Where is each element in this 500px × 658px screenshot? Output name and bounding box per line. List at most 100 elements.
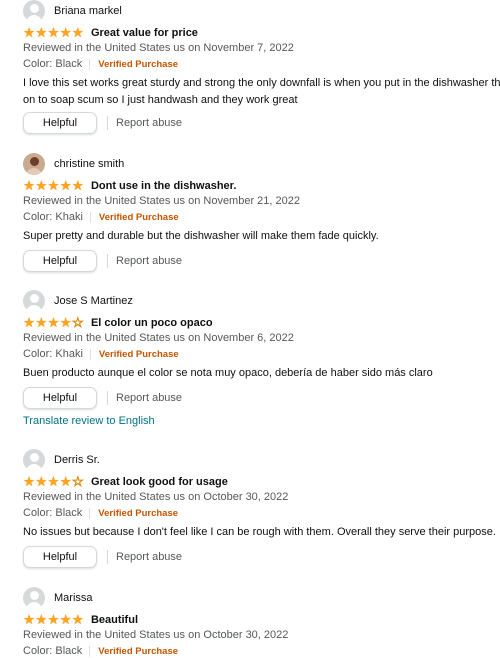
review-title[interactable]: Dont use in the dishwasher. [91, 180, 236, 192]
review-date: Reviewed in the United States us on Nove… [23, 42, 294, 54]
reviewer-profile[interactable]: Briana markel [23, 0, 122, 22]
color-variant[interactable]: Color: Khaki [23, 211, 83, 223]
report-abuse-link[interactable]: Report abuse [116, 392, 182, 404]
divider [89, 507, 91, 519]
star-icon: ★ [35, 25, 48, 40]
review-date: Reviewed in the United States us on Octo… [23, 629, 289, 641]
star-icon: ☆ [71, 315, 84, 331]
verified-purchase-badge: Verified Purchase [98, 58, 179, 70]
reviewer-name[interactable]: Derris Sr. [54, 454, 100, 466]
helpful-button[interactable]: Helpful [23, 546, 97, 568]
star-icon: ★ [47, 315, 60, 330]
helpful-button[interactable]: Helpful [23, 250, 97, 272]
star-icon: ★ [23, 474, 36, 489]
star-rating[interactable]: ★ ★ ★ ★ ★ [23, 178, 84, 194]
helpful-button[interactable]: Helpful [23, 387, 97, 409]
star-icon: ☆ [71, 474, 84, 490]
star-icon: ★ [35, 315, 48, 330]
review-title-row: ★ ★ ★ ★ ★ Great value for price [23, 25, 198, 41]
star-icon: ★ [35, 474, 48, 489]
star-rating[interactable]: ★ ★ ★ ★ ☆ [23, 315, 84, 331]
star-icon: ★ [47, 178, 60, 193]
divider [107, 550, 108, 564]
review-title[interactable]: El color un poco opaco [91, 317, 213, 329]
review-actions: Helpful Report abuse [23, 386, 182, 410]
review-title-row: ★ ★ ★ ★ ★ Dont use in the dishwasher. [23, 178, 236, 194]
review-title[interactable]: Beautiful [91, 614, 138, 626]
review-body-line: I love this set works great sturdy and s… [23, 77, 500, 89]
review-body: Super pretty and durable but the dishwas… [23, 228, 500, 245]
review-title-row: ★ ★ ★ ★ ☆ El color un poco opaco [23, 315, 213, 331]
avatar-icon[interactable] [23, 587, 45, 609]
star-icon: ★ [47, 612, 60, 627]
reviewer-profile[interactable]: christine smith [23, 153, 124, 175]
translate-review-link[interactable]: Translate review to English [23, 415, 155, 427]
avatar-icon[interactable] [23, 290, 45, 312]
variant-row: Color: Khaki Verified Purchase [23, 211, 179, 223]
review-body: Buen producto aunque el color se nota mu… [23, 365, 500, 382]
star-icon: ★ [59, 315, 72, 330]
star-icon: ★ [47, 25, 60, 40]
review-date: Reviewed in the United States us on Octo… [23, 491, 289, 503]
review-title[interactable]: Great value for price [91, 27, 198, 39]
report-abuse-link[interactable]: Report abuse [116, 255, 182, 267]
variant-row: Color: Khaki Verified Purchase [23, 348, 179, 360]
review-actions: Helpful Report abuse [23, 249, 182, 273]
verified-purchase-badge: Verified Purchase [98, 645, 179, 657]
divider [107, 254, 108, 268]
color-variant[interactable]: Color: Khaki [23, 348, 83, 360]
avatar-icon[interactable] [23, 0, 45, 22]
review-body: I love this set works great sturdy and s… [23, 75, 500, 109]
star-rating[interactable]: ★ ★ ★ ★ ☆ [23, 474, 84, 490]
color-variant[interactable]: Color: Black [23, 507, 82, 519]
avatar-icon[interactable] [23, 153, 45, 175]
star-icon: ★ [23, 612, 36, 627]
star-icon: ★ [71, 612, 84, 627]
review-title[interactable]: Great look good for usage [91, 476, 228, 488]
star-icon: ★ [23, 178, 36, 193]
avatar-icon[interactable] [23, 449, 45, 471]
star-icon: ★ [59, 25, 72, 40]
report-abuse-link[interactable]: Report abuse [116, 551, 182, 563]
review-body-line: on to soap scum so I just handwash and t… [23, 94, 298, 106]
reviewer-name[interactable]: Briana markel [54, 5, 122, 17]
report-abuse-link[interactable]: Report abuse [116, 117, 182, 129]
reviewer-profile[interactable]: Marissa [23, 587, 93, 609]
star-rating[interactable]: ★ ★ ★ ★ ★ [23, 612, 84, 628]
review-body-line: No issues but because I don't feel like … [23, 526, 496, 538]
star-icon: ★ [35, 612, 48, 627]
variant-row: Color: Black Verified Purchase [23, 58, 178, 70]
review-title-row: ★ ★ ★ ★ ★ Beautiful [23, 612, 138, 628]
star-icon: ★ [59, 612, 72, 627]
review-date: Reviewed in the United States us on Nove… [23, 332, 294, 344]
star-icon: ★ [35, 178, 48, 193]
review-body: No issues but because I don't feel like … [23, 524, 500, 541]
review-date: Reviewed in the United States us on Nove… [23, 195, 300, 207]
review-body-line: Buen producto aunque el color se nota mu… [23, 367, 433, 379]
reviewer-name[interactable]: Jose S Martinez [54, 295, 133, 307]
reviewer-name[interactable]: Marissa [54, 592, 93, 604]
review-title-row: ★ ★ ★ ★ ☆ Great look good for usage [23, 474, 228, 490]
divider [89, 211, 91, 223]
reviewer-profile[interactable]: Jose S Martinez [23, 290, 133, 312]
verified-purchase-badge: Verified Purchase [98, 348, 179, 360]
divider [107, 116, 108, 130]
review-actions: Helpful Report abuse [23, 545, 182, 569]
star-icon: ★ [71, 178, 84, 193]
star-icon: ★ [47, 474, 60, 489]
review-actions: Helpful Report abuse [23, 111, 182, 135]
color-variant[interactable]: Color: Black [23, 645, 82, 657]
review-body-line: Super pretty and durable but the dishwas… [23, 230, 379, 242]
reviewer-profile[interactable]: Derris Sr. [23, 449, 100, 471]
variant-row: Color: Black Verified Purchase [23, 645, 178, 657]
divider [89, 645, 91, 657]
star-icon: ★ [23, 315, 36, 330]
divider [89, 58, 91, 70]
helpful-button[interactable]: Helpful [23, 112, 97, 134]
star-icon: ★ [59, 474, 72, 489]
divider [107, 391, 108, 405]
reviewer-name[interactable]: christine smith [54, 158, 124, 170]
color-variant[interactable]: Color: Black [23, 58, 82, 70]
star-rating[interactable]: ★ ★ ★ ★ ★ [23, 25, 84, 41]
star-icon: ★ [23, 25, 36, 40]
